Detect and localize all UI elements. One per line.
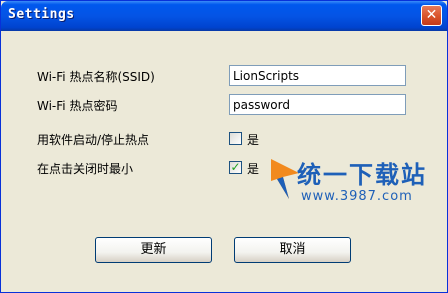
update-button[interactable]: 更新 xyxy=(95,237,212,263)
close-button[interactable]: ✕ xyxy=(421,5,442,26)
settings-window: Settings ✕ Wi-Fi 热点名称(SSID) Wi-Fi 热点密码 用… xyxy=(0,0,448,293)
window-title: Settings xyxy=(8,7,75,22)
password-input[interactable] xyxy=(229,94,406,115)
ssid-label: Wi-Fi 热点名称(SSID) xyxy=(37,70,155,84)
close-icon: ✕ xyxy=(425,7,438,23)
watermark-brand: 统一下载站 xyxy=(297,161,427,189)
watermark-url: www.3987.com xyxy=(301,189,413,204)
cancel-button[interactable]: 取消 xyxy=(234,237,351,263)
use-software-option[interactable]: 是 xyxy=(247,131,259,148)
ssid-input[interactable] xyxy=(229,65,406,86)
minimize-option[interactable]: 是 xyxy=(247,160,259,177)
password-label: Wi-Fi 热点密码 xyxy=(37,99,118,113)
minimize-label: 在点击关闭时最小 xyxy=(37,162,134,176)
use-software-checkbox[interactable] xyxy=(229,132,242,145)
watermark: 统一下载站 www.3987.com xyxy=(269,151,444,221)
use-software-label: 用软件启动/停止热点 xyxy=(37,133,150,147)
check-icon: ✓ xyxy=(230,160,241,174)
minimize-checkbox[interactable]: ✓ xyxy=(229,160,242,174)
title-bar[interactable]: Settings ✕ xyxy=(1,1,447,31)
